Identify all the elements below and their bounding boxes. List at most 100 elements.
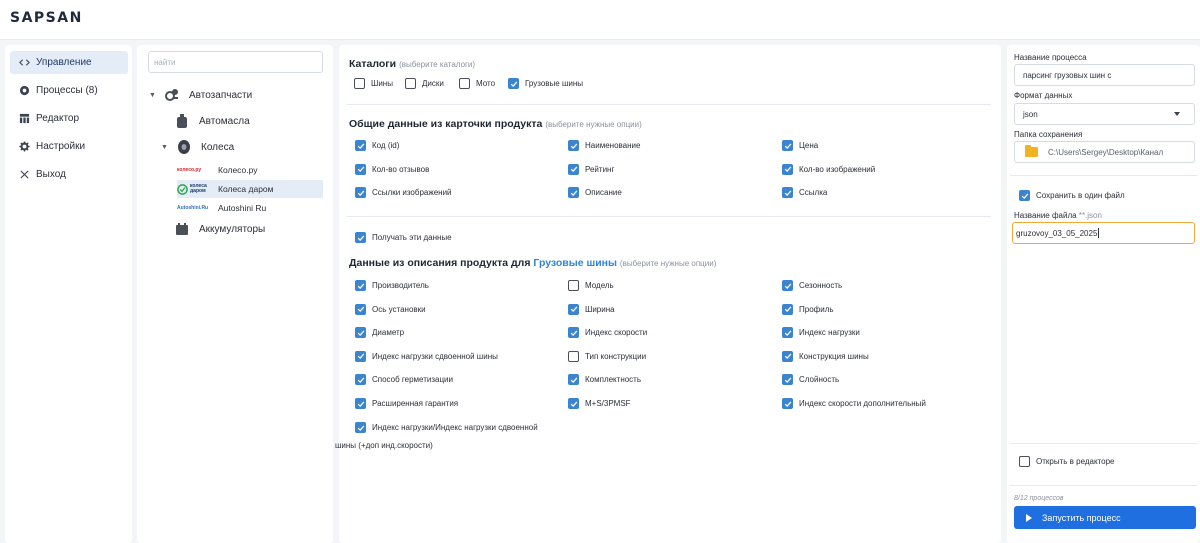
checkbox-box[interactable] — [355, 398, 366, 409]
chevron-down-icon[interactable]: ▼ — [149, 92, 157, 99]
checkbox-box[interactable] — [568, 140, 579, 151]
checkbox-box[interactable] — [1019, 190, 1030, 201]
run-process-button[interactable]: Запустить процесс — [1014, 506, 1196, 529]
checkbox-box[interactable] — [568, 374, 579, 386]
checkbox-box[interactable] — [355, 232, 366, 243]
sidebar-item-processes[interactable]: Процессы (8) — [10, 79, 128, 102]
checkbox-комплектность[interactable]: Комплектность — [568, 374, 641, 386]
checkbox-мото[interactable]: Мото — [459, 78, 495, 89]
checkbox-кол-во-отзывов[interactable]: Кол-во отзывов — [355, 163, 429, 175]
checkbox-диаметр[interactable]: Диаметр — [355, 327, 404, 339]
checkbox-ссылки-изображений[interactable]: Ссылки изображений — [355, 187, 452, 198]
checkbox-box[interactable] — [782, 163, 793, 175]
tree-site-kolesa-darom[interactable]: колеса даром Колеса даром — [177, 180, 323, 198]
checkbox-способ-герметизации[interactable]: Способ герметизации — [355, 374, 453, 386]
save-one-file-checkbox[interactable]: Сохранить в один файл — [1019, 190, 1125, 201]
checkbox-box[interactable] — [782, 303, 793, 315]
tree-site-koleso-ru[interactable]: колесо.ру Колесо.ру — [177, 161, 323, 179]
tree-node-wheels[interactable]: ▼ Колеса — [161, 138, 234, 156]
tree-node-batteries[interactable]: Аккумуляторы — [173, 220, 265, 238]
checkbox-индекс-нагрузки-сдвоенной-шины[interactable]: Индекс нагрузки сдвоенной шины — [355, 350, 498, 362]
checkbox-индекс-нагрузки[interactable]: Индекс нагрузки — [782, 327, 860, 339]
checkbox-ссылка[interactable]: Ссылка — [782, 187, 827, 198]
checkbox-box[interactable] — [568, 303, 579, 315]
checkbox-box[interactable] — [782, 280, 793, 291]
open-editor-checkbox[interactable]: Открыть в редакторе — [1019, 456, 1114, 467]
tree-site-autoshini-ru[interactable]: Autoshini.Ru Autoshini Ru — [177, 199, 323, 217]
checkbox-box[interactable] — [355, 140, 366, 151]
checkbox-ось-установки[interactable]: Ось установки — [355, 303, 426, 315]
get-data-checkbox[interactable]: Получать эти данные — [355, 232, 452, 243]
checkbox-профиль[interactable]: Профиль — [782, 303, 834, 315]
folder-input[interactable]: C:\Users\Sergey\Desktop\Канал — [1014, 141, 1195, 163]
checkbox-m-s-3pmsf[interactable]: M+S/3PMSF — [568, 398, 631, 409]
format-select[interactable]: json — [1014, 103, 1195, 125]
sidebar-nav: Управление Процессы (8) Редактор Настрой… — [5, 45, 132, 543]
checkbox-load-index-extended[interactable]: Индекс нагрузки/Индекс нагрузки сдвоенно… — [355, 422, 538, 433]
checkbox-рейтинг[interactable]: Рейтинг — [568, 163, 614, 175]
tree-node-autoparts[interactable]: ▼ Автозапчасти — [149, 86, 252, 104]
tire-icon — [175, 138, 193, 156]
checkbox-box[interactable] — [782, 327, 793, 339]
checkbox-производитель[interactable]: Производитель — [355, 280, 429, 291]
checkbox-box[interactable] — [782, 350, 793, 362]
checkbox-box[interactable] — [1019, 456, 1030, 467]
checkbox-описание[interactable]: Описание — [568, 187, 622, 198]
checkbox-label: Ссылка — [799, 188, 828, 197]
checkbox-box[interactable] — [355, 163, 366, 175]
checkbox-тип-конструкции[interactable]: Тип конструкции — [568, 350, 646, 362]
checkbox-box[interactable] — [355, 303, 366, 315]
file-name-input[interactable]: gruzovoy_03_05_2025 — [1012, 222, 1195, 244]
checkbox-box[interactable] — [355, 422, 366, 433]
process-name-label: Название процесса — [1014, 53, 1087, 62]
sidebar-item-logout[interactable]: Выход — [10, 163, 128, 186]
card-data-title: Общие данные из карточки продукта (выбер… — [349, 118, 642, 130]
sidebar-item-editor[interactable]: Редактор — [10, 107, 128, 130]
checkbox-box[interactable] — [355, 327, 366, 339]
checkbox-box[interactable] — [568, 163, 579, 175]
checkbox-кол-во-изображений[interactable]: Кол-во изображений — [782, 163, 875, 175]
chevron-down-icon[interactable]: ▼ — [161, 144, 169, 151]
checkbox-расширенная-гарантия[interactable]: Расширенная гарантия — [355, 398, 458, 409]
tree-site-label: Autoshini Ru — [218, 203, 267, 213]
checkbox-box[interactable] — [355, 280, 366, 291]
checkbox-box[interactable] — [782, 187, 793, 198]
sidebar-item-settings[interactable]: Настройки — [10, 135, 128, 158]
checkbox-наименование[interactable]: Наименование — [568, 140, 640, 151]
checkbox-box[interactable] — [782, 140, 793, 151]
checkbox-box[interactable] — [568, 327, 579, 339]
checkbox-цена[interactable]: Цена — [782, 140, 818, 151]
checkbox-индекс-скорости[interactable]: Индекс скорости — [568, 327, 647, 339]
gear-icon — [18, 141, 30, 153]
checkbox-box[interactable] — [568, 280, 579, 291]
checkbox-box[interactable] — [355, 350, 366, 362]
checkbox-сезонность[interactable]: Сезонность — [782, 280, 842, 291]
checkbox-ширина[interactable]: Ширина — [568, 303, 615, 315]
checkbox-индекс-скорости-дополнительный[interactable]: Индекс скорости дополнительный — [782, 398, 926, 409]
checkbox-box[interactable] — [568, 350, 579, 362]
search-input[interactable] — [148, 51, 323, 73]
checkbox-box[interactable] — [355, 374, 366, 386]
process-name-input[interactable]: парсинг грузовых шин с — [1014, 64, 1195, 86]
checkbox-шины[interactable]: Шины — [354, 78, 393, 89]
checkbox-грузовые-шины[interactable]: Грузовые шины — [508, 78, 583, 89]
checkbox-диски[interactable]: Диски — [405, 78, 444, 89]
checkbox-box[interactable] — [405, 78, 416, 89]
checkbox-код-id[interactable]: Код (id) — [355, 140, 399, 151]
checkbox-box[interactable] — [782, 374, 793, 386]
checkbox-box[interactable] — [459, 78, 470, 89]
sidebar-item-management[interactable]: Управление — [10, 51, 128, 74]
checkbox-box[interactable] — [508, 78, 519, 89]
checkbox-слойность[interactable]: Слойность — [782, 374, 839, 386]
tree-node-oils[interactable]: Автомасла — [173, 112, 250, 130]
checkbox-box[interactable] — [354, 78, 365, 89]
checkbox-box[interactable] — [355, 187, 366, 198]
checkbox-box[interactable] — [568, 398, 579, 409]
checkbox-конструкция-шины[interactable]: Конструкция шины — [782, 350, 869, 362]
checkbox-label: Модель — [585, 281, 614, 290]
checkbox-box[interactable] — [568, 187, 579, 198]
checkbox-box[interactable] — [782, 398, 793, 409]
checkbox-label: Мото — [476, 79, 496, 88]
checkbox-модель[interactable]: Модель — [568, 280, 614, 291]
tree-node-label: Колеса — [201, 141, 235, 153]
